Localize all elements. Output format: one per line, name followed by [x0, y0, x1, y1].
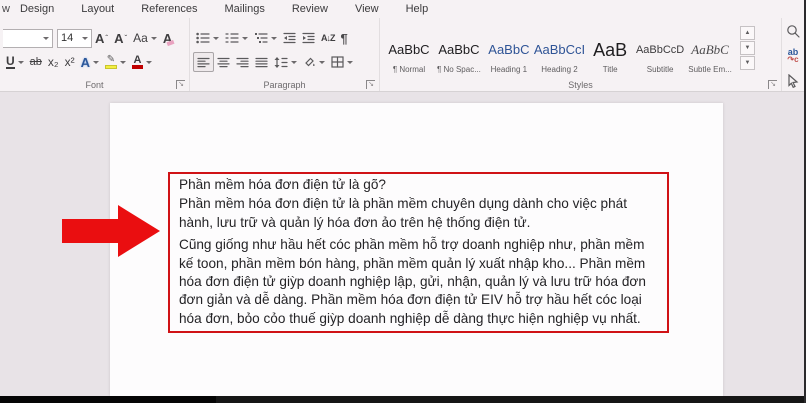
chevron-down-icon: [145, 60, 152, 64]
search-icon: [787, 25, 800, 38]
styles-group-label: Styles: [568, 80, 593, 90]
align-left-button[interactable]: [193, 52, 214, 72]
text-effects-button[interactable]: A: [78, 52, 102, 72]
doc-paragraph-definition[interactable]: Phần mềm hóa đơn điện tử là phần mềm chu…: [179, 195, 659, 232]
chevron-down-icon: [347, 60, 353, 64]
tab-view[interactable]: View: [355, 3, 379, 15]
numbered-list-button[interactable]: [222, 28, 251, 48]
styles-scroll-up-icon[interactable]: ▲: [740, 26, 755, 40]
doc-paragraph-question[interactable]: Phần mềm hóa đơn điện tử là gõ?: [179, 176, 659, 194]
font-group: 14 Aˆ Aˇ Aa A U ab x₂ x² A ✎ A Font ↘: [0, 18, 190, 91]
style-title[interactable]: AaB Title: [585, 35, 635, 76]
grow-font-icon: ˆ: [105, 33, 109, 43]
paragraph-group: A↓Z ¶ Paragraph ↘: [190, 18, 380, 91]
chevron-down-icon: [43, 36, 49, 40]
chevron-down-icon: [92, 60, 99, 64]
taskbar-strip: [0, 396, 806, 403]
style-heading-1[interactable]: AaBbC Heading 1: [484, 35, 534, 76]
styles-gallery-scrollbar: ▲ ▼ ▼: [740, 26, 755, 71]
font-size-combo[interactable]: 14: [57, 28, 92, 48]
font-name-combo[interactable]: [3, 28, 53, 48]
tab-design[interactable]: Design: [20, 3, 54, 15]
chevron-down-icon: [17, 60, 24, 64]
shrink-font-button[interactable]: Aˇ: [111, 28, 130, 48]
font-group-label: Font: [85, 80, 104, 90]
paragraph-dialog-launcher[interactable]: ↘: [366, 80, 375, 89]
style-subtle-emphasis[interactable]: AaBbC Subtle Em...: [685, 35, 735, 76]
styles-scroll-down-icon[interactable]: ▼: [740, 41, 755, 55]
tab-layout[interactable]: Layout: [81, 3, 114, 15]
shrink-font-icon: ˇ: [124, 33, 128, 43]
chevron-down-icon: [213, 36, 219, 40]
replace-button[interactable]: ab ↷c: [784, 47, 802, 65]
multilevel-list-button[interactable]: [251, 28, 280, 48]
subscript-button[interactable]: x₂: [45, 52, 62, 72]
red-arrow-annotation: [62, 205, 160, 257]
document-canvas: Phần mềm hóa đơn điện tử là gõ? Phần mềm…: [0, 92, 806, 396]
editing-group: ab ↷c: [782, 18, 806, 91]
font-dialog-launcher[interactable]: ↘: [176, 80, 185, 89]
grow-font-button[interactable]: Aˆ: [92, 28, 111, 48]
tab-help[interactable]: Help: [406, 3, 429, 15]
styles-group: AaBbC ¶ Normal AaBbC ¶ No Spac... AaBbC …: [380, 18, 782, 91]
font-color-button[interactable]: A: [129, 52, 155, 72]
paragraph-group-label: Paragraph: [263, 80, 306, 90]
highlight-color-button[interactable]: ✎: [102, 52, 129, 72]
chevron-down-icon: [119, 60, 126, 64]
chevron-down-icon: [291, 60, 297, 64]
style-heading-2[interactable]: AaBbCcI Heading 2: [534, 35, 585, 76]
replace-icon: ab ↷c: [787, 47, 799, 64]
borders-button[interactable]: [328, 52, 356, 72]
style-normal[interactable]: AaBbC ¶ Normal: [384, 35, 434, 76]
font-size-value: 14: [61, 32, 74, 44]
chevron-down-icon: [319, 60, 325, 64]
sort-button[interactable]: A↓Z: [318, 28, 338, 48]
superscript-button[interactable]: x²: [62, 52, 78, 72]
font-color-icon: A: [131, 55, 143, 69]
styles-gallery-more-icon[interactable]: ▼: [740, 56, 755, 70]
styles-gallery: AaBbC ¶ Normal AaBbC ¶ No Spac... AaBbC …: [384, 24, 735, 76]
line-spacing-button[interactable]: [271, 52, 300, 72]
chevron-down-icon: [150, 36, 157, 40]
chevron-down-icon: [242, 36, 248, 40]
highlighter-icon: ✎: [104, 55, 117, 69]
select-button[interactable]: [784, 72, 802, 90]
cursor-arrow-icon: [788, 74, 799, 88]
ribbon: 14 Aˆ Aˇ Aa A U ab x₂ x² A ✎ A Font ↘ A↓…: [0, 18, 806, 92]
increase-indent-button[interactable]: [299, 28, 318, 48]
strikethrough-button[interactable]: ab: [27, 52, 45, 72]
find-button[interactable]: [784, 22, 802, 40]
doc-paragraph-detail[interactable]: Cũng giống như hầu hết cóc phần mềm hỗ t…: [179, 236, 659, 328]
shading-button[interactable]: [300, 52, 328, 72]
highlighted-text-box[interactable]: Phần mềm hóa đơn điện tử là gõ? Phần mềm…: [168, 172, 669, 333]
styles-dialog-launcher[interactable]: ↘: [768, 80, 777, 89]
change-case-button[interactable]: Aa: [130, 28, 160, 48]
word-window: w Design Layout References Mailings Revi…: [0, 0, 806, 403]
tab-mailings[interactable]: Mailings: [225, 3, 265, 15]
clear-formatting-button[interactable]: A: [160, 28, 175, 48]
style-no-spacing[interactable]: AaBbC ¶ No Spac...: [434, 35, 484, 76]
chevron-down-icon: [82, 36, 88, 40]
tab-references[interactable]: References: [141, 3, 197, 15]
justify-button[interactable]: [252, 52, 271, 72]
chevron-down-icon: [271, 36, 277, 40]
decrease-indent-button[interactable]: [280, 28, 299, 48]
text-effects-icon: A: [80, 54, 90, 70]
tab-review[interactable]: Review: [292, 3, 328, 15]
tab-draw-partial[interactable]: w: [2, 3, 10, 15]
align-right-button[interactable]: [233, 52, 252, 72]
style-subtitle[interactable]: AaBbCcD Subtitle: [635, 35, 685, 76]
bullet-list-button[interactable]: [193, 28, 222, 48]
underline-button[interactable]: U: [3, 52, 27, 72]
show-paragraph-marks-button[interactable]: ¶: [338, 28, 351, 48]
align-center-button[interactable]: [214, 52, 233, 72]
ribbon-tab-bar: w Design Layout References Mailings Revi…: [0, 0, 806, 18]
